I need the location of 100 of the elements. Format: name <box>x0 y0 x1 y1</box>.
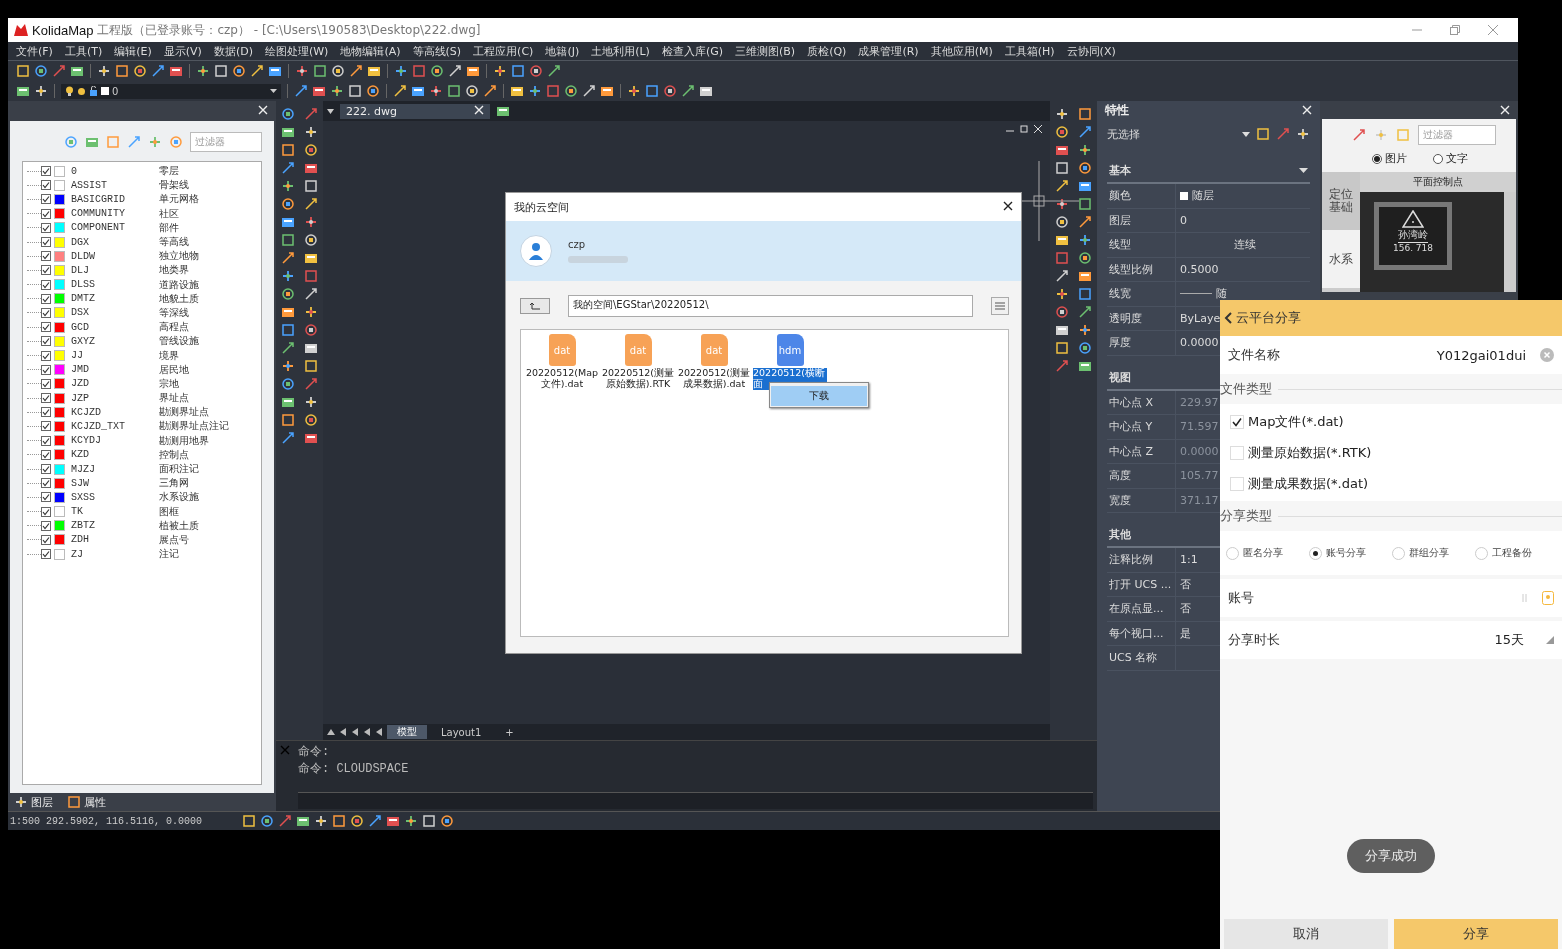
panel-tab[interactable]: 图层 <box>31 794 53 810</box>
tool-icon[interactable] <box>422 814 437 828</box>
menu-item[interactable]: 编辑(E) <box>108 43 158 59</box>
tool-icon[interactable] <box>1078 305 1093 319</box>
duration-value[interactable]: 15天 <box>1494 631 1524 649</box>
menu-item[interactable]: 地籍(J) <box>539 43 586 59</box>
tool-icon[interactable] <box>404 814 419 828</box>
menu-item[interactable]: 三维测图(B) <box>729 43 802 59</box>
property-value[interactable]: 随 <box>1216 286 1227 302</box>
category-tab[interactable]: 定位基础 <box>1322 172 1360 230</box>
tool-icon[interactable] <box>493 64 507 78</box>
tool-icon[interactable] <box>304 305 319 319</box>
tool-icon[interactable] <box>1078 251 1093 265</box>
tool-icon[interactable] <box>304 341 319 355</box>
layer-checkbox[interactable] <box>41 180 51 191</box>
tool-icon[interactable] <box>304 233 319 247</box>
tool-icon[interactable] <box>429 84 443 98</box>
tool-icon[interactable] <box>367 64 381 78</box>
property-value[interactable]: 是 <box>1180 625 1191 641</box>
category-tab[interactable]: 水系 <box>1322 230 1360 288</box>
tool-icon[interactable] <box>1054 161 1069 175</box>
up-folder-button[interactable] <box>520 298 550 314</box>
restore-icon[interactable] <box>1020 125 1028 133</box>
tool-icon[interactable] <box>304 323 319 337</box>
tool-icon[interactable] <box>304 431 319 445</box>
tool-icon[interactable] <box>280 377 295 391</box>
dropdown-caret-icon[interactable] <box>1242 131 1250 137</box>
layer-checkbox[interactable] <box>41 478 51 489</box>
tool-icon[interactable] <box>699 84 713 98</box>
property-value[interactable]: 0 <box>1180 213 1187 227</box>
file-item[interactable]: dat 20220512(Map文件).dat <box>525 334 599 390</box>
tool-icon[interactable] <box>304 413 319 427</box>
tool-icon[interactable] <box>1054 179 1069 193</box>
tool-icon[interactable] <box>169 64 183 78</box>
layer-checkbox[interactable] <box>41 407 51 418</box>
layer-checkbox[interactable] <box>41 364 51 375</box>
file-item[interactable]: dat 20220512(测量原始数据).RTK <box>601 334 675 390</box>
tool-icon[interactable] <box>1054 143 1069 157</box>
property-value[interactable]: 否 <box>1180 576 1191 592</box>
share-type-radio[interactable]: 群组分享 <box>1392 546 1449 560</box>
menu-item[interactable]: 工程应用(C) <box>467 43 540 59</box>
selection-dropdown[interactable]: 无选择 <box>1107 126 1140 142</box>
tool-icon[interactable] <box>1054 125 1069 139</box>
tool-icon[interactable] <box>280 107 295 121</box>
tool-icon[interactable] <box>296 814 311 828</box>
tool-icon[interactable] <box>386 814 401 828</box>
layer-checkbox[interactable] <box>41 222 51 233</box>
tool-icon[interactable] <box>440 814 455 828</box>
tool-icon[interactable] <box>1054 323 1069 337</box>
tool-icon[interactable] <box>280 287 295 301</box>
tool-icon[interactable] <box>466 64 480 78</box>
dropdown-caret-icon[interactable] <box>327 108 334 114</box>
tool-icon[interactable] <box>1078 143 1093 157</box>
layer-checkbox[interactable] <box>41 378 51 389</box>
menu-item[interactable]: 数据(D) <box>207 43 259 59</box>
tool-icon[interactable] <box>280 395 295 409</box>
menu-item[interactable]: 工具(T) <box>58 43 109 59</box>
layout-tab[interactable]: 模型 <box>387 725 427 739</box>
property-value[interactable]: ByLaye <box>1180 311 1221 325</box>
tool-icon[interactable] <box>1078 323 1093 337</box>
tool-icon[interactable] <box>330 84 344 98</box>
tool-icon[interactable] <box>547 64 561 78</box>
layer-dropdown[interactable]: 0 <box>61 83 281 99</box>
property-value[interactable]: 0.5000 <box>1180 262 1219 276</box>
tool-icon[interactable] <box>280 215 295 229</box>
tool-icon[interactable] <box>280 359 295 373</box>
tool-icon[interactable] <box>529 64 543 78</box>
layer-checkbox[interactable] <box>41 464 51 475</box>
property-value[interactable]: 否 <box>1180 601 1191 617</box>
menu-item[interactable]: 下载 <box>771 386 867 406</box>
layer-checkbox[interactable] <box>41 166 51 177</box>
menu-item[interactable]: 绘图处理(W) <box>258 43 335 59</box>
layer-checkbox[interactable] <box>41 237 51 248</box>
tool-icon[interactable] <box>1054 197 1069 211</box>
tool-icon[interactable] <box>16 84 30 98</box>
restore-icon[interactable] <box>1450 25 1460 35</box>
tool-icon[interactable] <box>528 84 542 98</box>
layer-checkbox[interactable] <box>41 435 51 446</box>
tool-icon[interactable] <box>304 215 319 229</box>
command-input[interactable] <box>298 792 1093 809</box>
property-value[interactable]: 随层 <box>1192 188 1214 204</box>
layer-checkbox[interactable] <box>41 322 51 333</box>
tool-icon[interactable] <box>349 64 363 78</box>
tool-icon[interactable] <box>411 84 425 98</box>
tool-icon[interactable] <box>70 64 84 78</box>
tool-icon[interactable] <box>1078 341 1093 355</box>
tool-icon[interactable] <box>663 84 677 98</box>
layer-checkbox[interactable] <box>41 421 51 432</box>
tool-icon[interactable] <box>280 125 295 139</box>
tool-icon[interactable] <box>196 64 210 78</box>
tool-icon[interactable] <box>34 64 48 78</box>
layout-tab[interactable]: Layout1 <box>431 726 492 738</box>
layer-checkbox[interactable] <box>41 194 51 205</box>
tool-icon[interactable] <box>681 84 695 98</box>
symbol-tile[interactable]: 孙湾岭 156. 718 <box>1374 202 1452 270</box>
tool-icon[interactable] <box>1054 233 1069 247</box>
dropdown-corner-icon[interactable] <box>1546 636 1554 644</box>
menu-item[interactable]: 云协同(X) <box>1060 43 1122 59</box>
layer-checkbox[interactable] <box>41 449 51 460</box>
tool-icon[interactable] <box>280 197 295 211</box>
